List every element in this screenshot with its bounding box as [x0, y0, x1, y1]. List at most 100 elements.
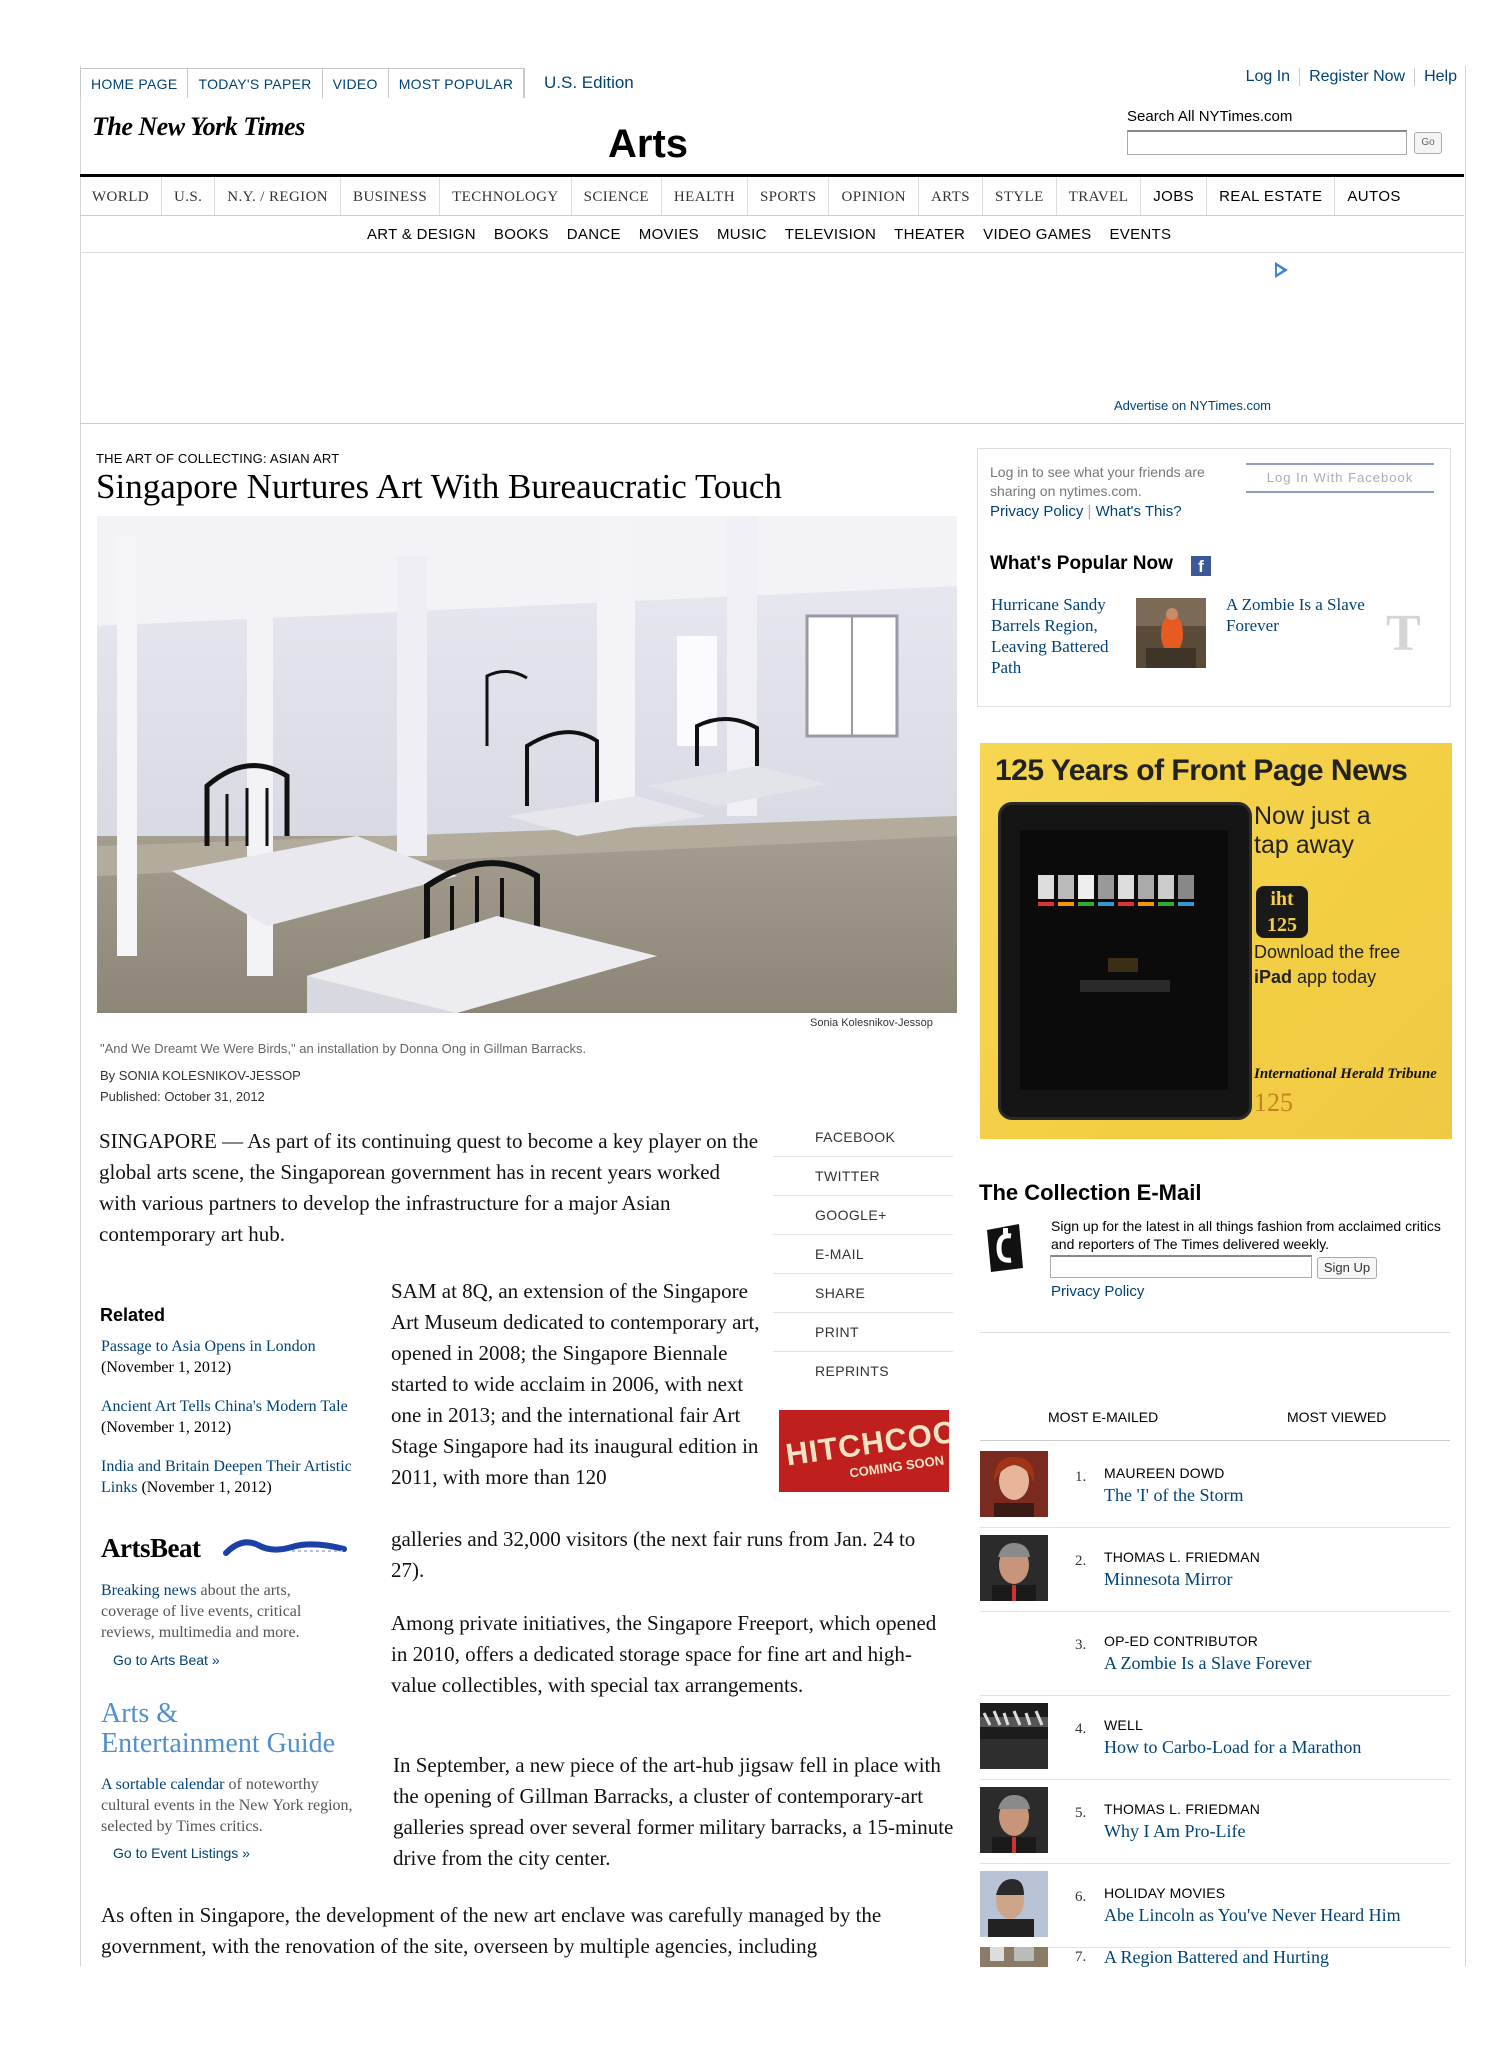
login-link[interactable]: Log In	[1237, 68, 1299, 86]
item-category: HOLIDAY MOVIES	[1104, 1885, 1226, 1901]
item-category: THOMAS L. FRIEDMAN	[1104, 1801, 1261, 1817]
iht-125-logo: 125	[1254, 1088, 1293, 1117]
subnav-events[interactable]: EVENTS	[1109, 226, 1171, 243]
artsbeat-breaking-link[interactable]: Breaking news	[101, 1582, 197, 1599]
link-separator: |	[1087, 503, 1092, 520]
rank-number: 6.	[1075, 1889, 1087, 1905]
published-date: Published: October 31, 2012	[100, 1089, 265, 1104]
nav-travel[interactable]: TRAVEL	[1057, 177, 1142, 215]
subnav-art-design[interactable]: ART & DESIGN	[367, 226, 476, 243]
item-title-link[interactable]: Why I Am Pro-Life	[1104, 1821, 1245, 1842]
related-date: (November 1, 2012)	[101, 1419, 232, 1436]
divider	[980, 1332, 1450, 1333]
nav-health[interactable]: HEALTH	[662, 177, 748, 215]
most-emailed-item[interactable]: 1. MAUREEN DOWD The 'I' of the Storm	[980, 1443, 1450, 1528]
tab-most-viewed[interactable]: MOST VIEWED	[1287, 1409, 1386, 1425]
subnav-video-games[interactable]: VIDEO GAMES	[983, 226, 1091, 243]
edition-link[interactable]: U.S. Edition	[544, 73, 634, 93]
item-category: WELL	[1104, 1717, 1143, 1733]
go-to-event-listings-link[interactable]: Go to Event Listings »	[113, 1845, 250, 1861]
share-share[interactable]: SHARE	[773, 1274, 953, 1313]
nav-technology[interactable]: TECHNOLOGY	[440, 177, 572, 215]
related-link[interactable]: Ancient Art Tells China's Modern Tale	[101, 1398, 348, 1415]
most-emailed-item[interactable]: 2. THOMAS L. FRIEDMAN Minnesota Mirror	[980, 1527, 1450, 1612]
register-link[interactable]: Register Now	[1299, 68, 1414, 86]
rank-number: 1.	[1075, 1469, 1087, 1485]
share-reprints[interactable]: REPRINTS	[773, 1352, 953, 1391]
search-go-button[interactable]: Go	[1414, 132, 1442, 154]
nav-business[interactable]: BUSINESS	[341, 177, 441, 215]
artsbeat-swoosh-icon	[223, 1539, 347, 1556]
installation-photo	[97, 516, 957, 1013]
article-paragraph: As often in Singapore, the development o…	[101, 1903, 882, 1958]
divider	[980, 1440, 1450, 1441]
author-photo	[980, 1787, 1048, 1853]
nav-jobs[interactable]: JOBS	[1141, 177, 1208, 215]
go-to-arts-beat-link[interactable]: Go to Arts Beat »	[113, 1652, 220, 1668]
item-title-link[interactable]: Minnesota Mirror	[1104, 1569, 1232, 1590]
artsbeat-logo[interactable]: ArtsBeat	[101, 1533, 201, 1564]
search-input[interactable]	[1127, 130, 1407, 155]
popular-item-thumbnail[interactable]	[1136, 598, 1206, 668]
related-link[interactable]: Passage to Asia Opens in London	[101, 1338, 316, 1355]
search-label: Search All NYTimes.com	[1127, 108, 1293, 125]
tab-home-page[interactable]: HOME PAGE	[81, 69, 189, 98]
most-emailed-item[interactable]: 7. A Region Battered and Hurting	[980, 1947, 1450, 1967]
byline: By SONIA KOLESNIKOV-JESSOP	[100, 1068, 301, 1083]
share-twitter[interactable]: TWITTER	[773, 1157, 953, 1196]
nav-world[interactable]: WORLD	[80, 177, 162, 215]
subnav-theater[interactable]: THEATER	[894, 226, 965, 243]
nav-arts[interactable]: ARTS	[919, 177, 983, 215]
collection-privacy-link[interactable]: Privacy Policy	[1051, 1283, 1144, 1300]
subnav-television[interactable]: TELEVISION	[785, 226, 876, 243]
share-facebook[interactable]: FACEBOOK	[773, 1118, 953, 1157]
share-email[interactable]: E-MAIL	[773, 1235, 953, 1274]
popular-item-link[interactable]: A Zombie Is a Slave Forever	[1226, 594, 1366, 636]
share-google-plus[interactable]: GOOGLE+	[773, 1196, 953, 1235]
article-paragraph: In September, a new piece of the art-hub…	[393, 1753, 954, 1870]
rank-number: 5.	[1075, 1805, 1087, 1821]
most-emailed-item[interactable]: 3. OP-ED CONTRIBUTOR A Zombie Is a Slave…	[980, 1611, 1450, 1696]
arts-guide-calendar-link[interactable]: A sortable calendar	[101, 1776, 225, 1793]
share-print[interactable]: PRINT	[773, 1313, 953, 1352]
most-emailed-item[interactable]: 5. THOMAS L. FRIEDMAN Why I Am Pro-Life	[980, 1779, 1450, 1864]
nav-real-estate[interactable]: REAL ESTATE	[1207, 177, 1336, 215]
nav-science[interactable]: SCIENCE	[572, 177, 662, 215]
tab-todays-paper[interactable]: TODAY'S PAPER	[188, 69, 323, 98]
most-emailed-item[interactable]: 4. WELL How to Carbo-Load for a Marathon	[980, 1695, 1450, 1780]
most-emailed-item[interactable]: 6. HOLIDAY MOVIES Abe Lincoln as You've …	[980, 1863, 1450, 1948]
nyt-logo[interactable]: The New York Times	[92, 112, 305, 142]
subnav-dance[interactable]: DANCE	[567, 226, 621, 243]
sign-up-button[interactable]: Sign Up	[1317, 1257, 1377, 1279]
nav-ny-region[interactable]: N.Y. / REGION	[215, 177, 342, 215]
iht-ad-ipad-word: iPad	[1254, 967, 1293, 987]
item-title-link[interactable]: A Region Battered and Hurting	[1104, 1947, 1329, 1967]
subnav-music[interactable]: MUSIC	[717, 226, 767, 243]
collection-email-input[interactable]	[1050, 1255, 1312, 1278]
subnav-books[interactable]: BOOKS	[494, 226, 549, 243]
facebook-login-button[interactable]: Log In With Facebook	[1246, 463, 1434, 493]
help-link[interactable]: Help	[1414, 68, 1466, 86]
whats-this-link[interactable]: What's This?	[1096, 503, 1182, 520]
item-title-link[interactable]: A Zombie Is a Slave Forever	[1104, 1653, 1311, 1674]
nav-autos[interactable]: AUTOS	[1335, 177, 1412, 215]
popular-item-link[interactable]: Hurricane Sandy Barrels Region, Leaving …	[991, 594, 1131, 678]
article-paragraph: Among private initiatives, the Singapore…	[391, 1611, 937, 1697]
collection-email-description: Sign up for the latest in all things fas…	[1051, 1218, 1441, 1252]
subnav-movies[interactable]: MOVIES	[639, 226, 699, 243]
nav-us[interactable]: U.S.	[162, 177, 216, 215]
item-title-link[interactable]: How to Carbo-Load for a Marathon	[1104, 1737, 1361, 1758]
hitchcock-ad[interactable]: HITCHCOCK COMING SOON	[779, 1410, 949, 1492]
nav-sports[interactable]: SPORTS	[748, 177, 830, 215]
item-title-link[interactable]: Abe Lincoln as You've Never Heard Him	[1104, 1905, 1401, 1926]
nav-opinion[interactable]: OPINION	[829, 177, 919, 215]
nav-style[interactable]: STYLE	[983, 177, 1057, 215]
ipad-screen-graphic	[1038, 875, 1194, 992]
item-title-link[interactable]: The 'I' of the Storm	[1104, 1485, 1243, 1506]
arts-guide-title[interactable]: Arts & Entertainment Guide	[101, 1699, 335, 1759]
tab-video[interactable]: VIDEO	[323, 69, 389, 98]
tab-most-popular[interactable]: MOST POPULAR	[389, 69, 525, 98]
advertise-link[interactable]: Advertise on NYTimes.com	[1114, 398, 1271, 413]
privacy-policy-link[interactable]: Privacy Policy	[990, 503, 1083, 520]
tab-most-emailed[interactable]: MOST E-MAILED	[1048, 1409, 1158, 1425]
